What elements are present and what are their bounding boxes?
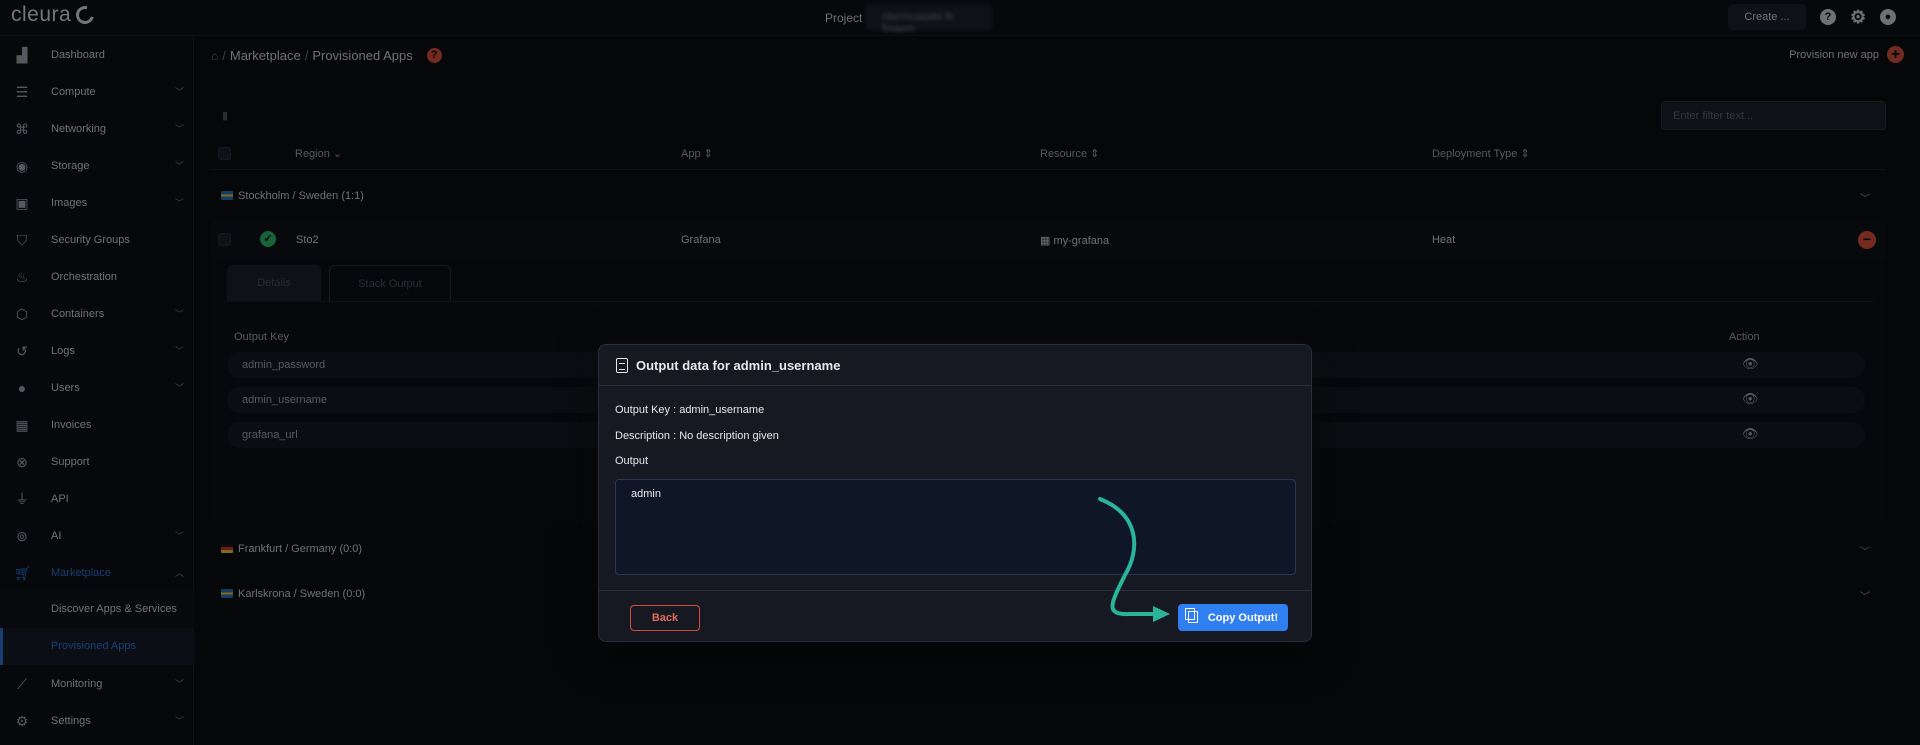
copy-output-button[interactable]: Copy Output!: [1178, 604, 1288, 631]
copy-icon: [1185, 608, 1198, 623]
modal-header: Output data for admin_username: [599, 345, 1311, 386]
document-icon: [616, 358, 628, 373]
output-textarea[interactable]: [615, 479, 1296, 575]
back-button[interactable]: Back: [630, 605, 700, 631]
modal-title: Output data for admin_username: [636, 358, 841, 373]
output-key-line: Output Key : admin_username: [615, 404, 765, 416]
modal-footer-divider: [599, 590, 1311, 591]
output-label: Output: [615, 455, 649, 467]
description-line: Description : No description given: [615, 430, 779, 442]
copy-output-label: Copy Output!: [1207, 611, 1279, 624]
output-data-modal: Output data for admin_username Output Ke…: [598, 344, 1312, 642]
